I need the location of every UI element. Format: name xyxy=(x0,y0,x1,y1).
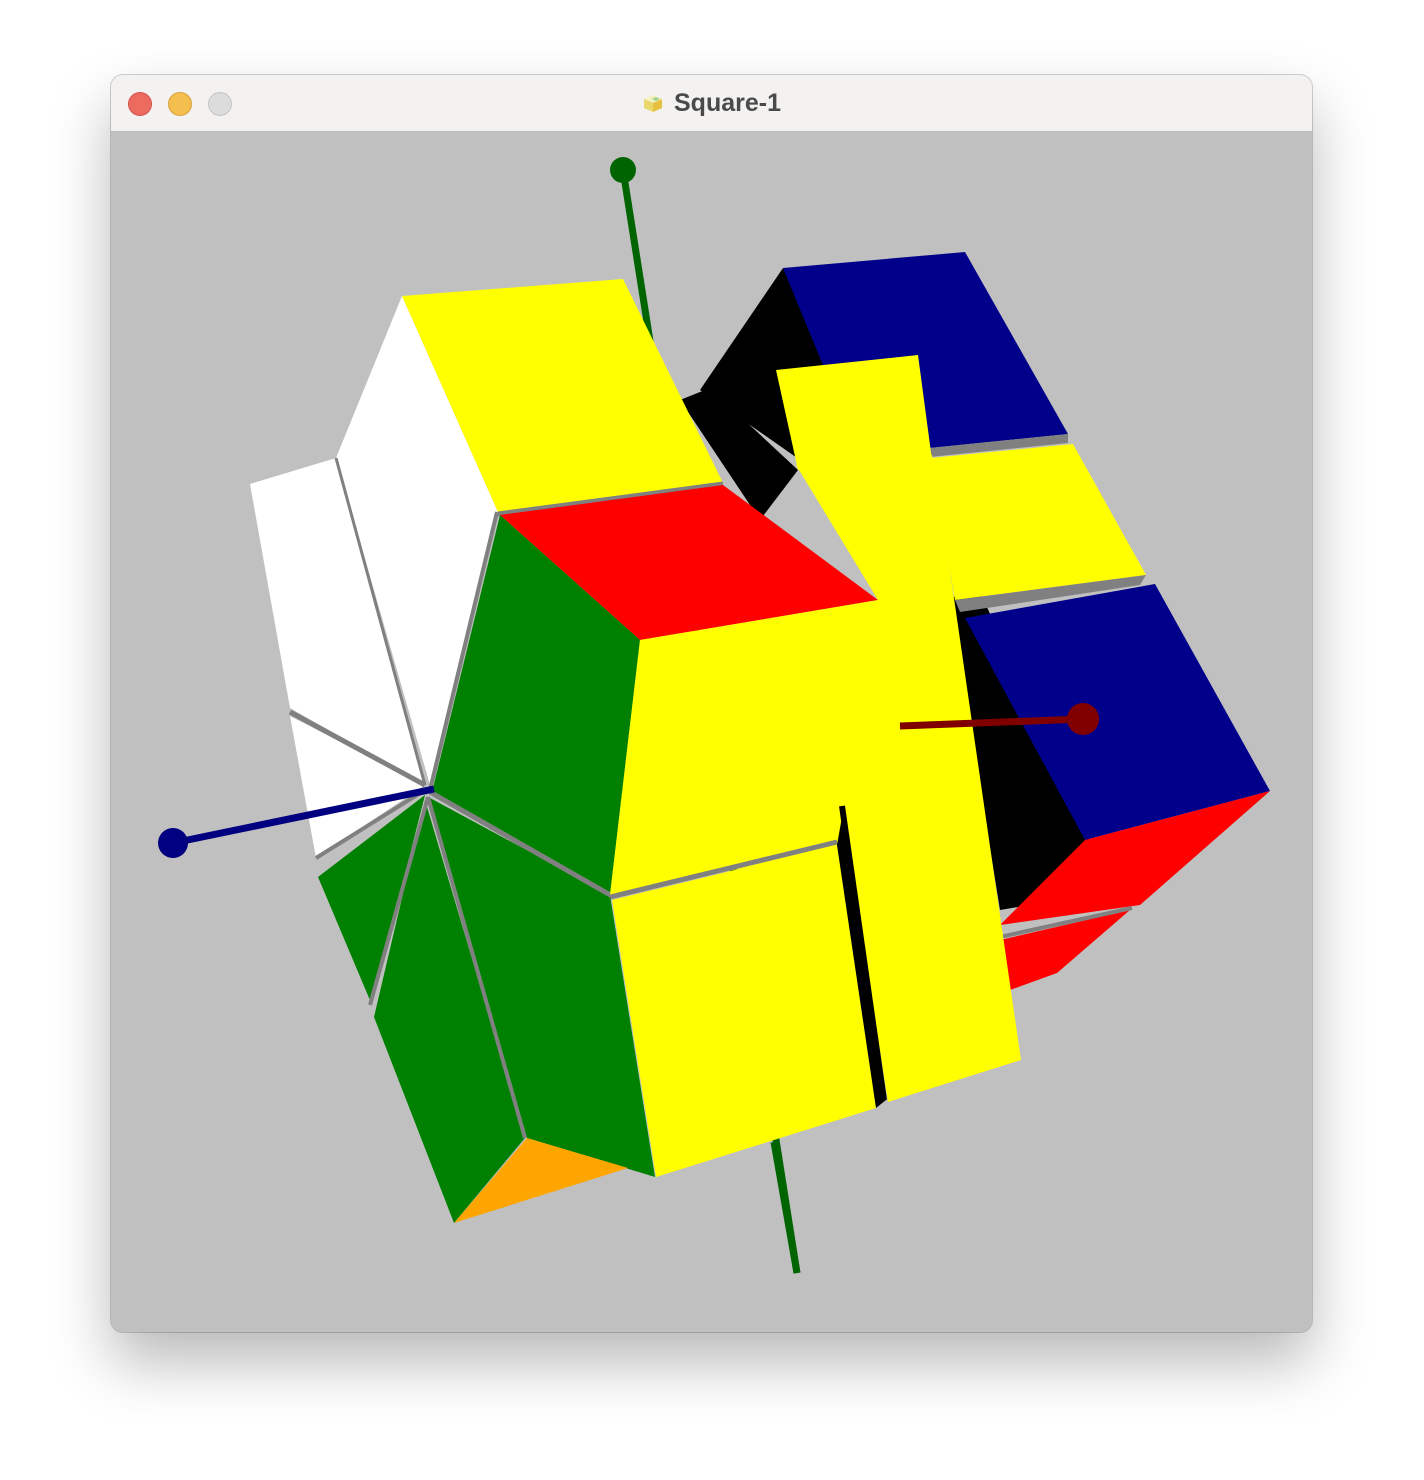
yellow-front-lower-face xyxy=(612,845,876,1177)
app-window: Square-1 xyxy=(111,75,1312,1332)
window-title-text: Square-1 xyxy=(674,88,781,117)
puzzle-viewport[interactable] xyxy=(111,132,1312,1332)
vertical-axis-lower xyxy=(770,1141,801,1274)
horizontal-axis-handle[interactable] xyxy=(158,828,188,858)
depth-axis-handle[interactable] xyxy=(1067,703,1099,735)
cube-icon xyxy=(644,95,662,112)
square-one-scene[interactable] xyxy=(111,132,1312,1332)
window-title: Square-1 xyxy=(111,75,1312,131)
back-yellow-upper-face xyxy=(930,444,1146,600)
vertical-axis-handle[interactable] xyxy=(610,157,636,183)
yellow-bar-upper xyxy=(776,355,932,470)
title-bar[interactable]: Square-1 xyxy=(111,75,1312,132)
